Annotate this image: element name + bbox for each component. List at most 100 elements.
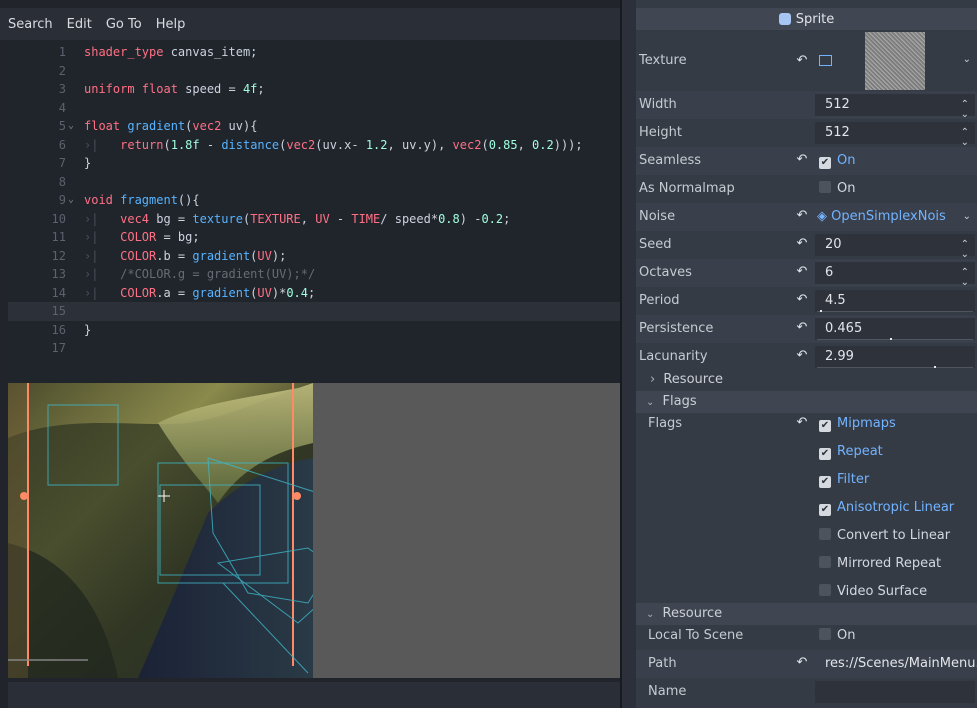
- revert-icon[interactable]: ↶: [795, 320, 809, 335]
- code-token: 0.8: [438, 211, 460, 226]
- code-token: uniform: [84, 82, 142, 96]
- prop-width-field[interactable]: 512 ⌃ ⌄: [815, 94, 975, 120]
- flag-video-surface-checkbox[interactable]: Video Surface: [819, 578, 927, 606]
- code-line[interactable]: 10 ›| vec4 bg = texture(TEXTURE, UV - TIM…: [8, 210, 620, 229]
- flag-repeat-checkbox[interactable]: ✔ Repeat: [819, 438, 883, 466]
- menu-search[interactable]: Search: [0, 17, 60, 32]
- revert-icon[interactable]: ↶: [795, 53, 809, 68]
- path-field[interactable]: res://Scenes/MainMenu.: [815, 650, 977, 678]
- code-line[interactable]: 1 shader_type canvas_item;: [8, 43, 620, 62]
- revert-icon[interactable]: ↶: [795, 415, 809, 430]
- fold-arrow-icon[interactable]: ⌄: [68, 117, 78, 136]
- code-token: -: [329, 211, 352, 226]
- code-token: ›|: [84, 267, 121, 281]
- spinner-arrows-icon[interactable]: ⌃ ⌄: [961, 240, 969, 260]
- prop-height-field[interactable]: 512 ⌃ ⌄: [815, 122, 975, 148]
- code-line[interactable]: 16}: [8, 321, 620, 340]
- prop-label: Period: [639, 293, 680, 308]
- slider-track[interactable]: [817, 311, 973, 312]
- chevron-down-icon[interactable]: ⌄: [963, 211, 971, 222]
- spinner-arrows-icon[interactable]: ⌃ ⌄: [961, 268, 969, 288]
- code-line[interactable]: 11 ›| COLOR = bg;: [8, 228, 620, 247]
- menu-help[interactable]: Help: [149, 17, 193, 32]
- prop-path: Path ↶ res://Scenes/MainMenu.: [636, 650, 977, 678]
- slider-grabber[interactable]: [934, 366, 936, 368]
- flag-mirrored-repeat-checkbox[interactable]: Mirrored Repeat: [819, 550, 941, 578]
- code-line[interactable]: 5 ⌄ float gradient(vec2 uv){: [8, 117, 620, 136]
- checkbox-icon: ✔: [819, 476, 831, 488]
- slider-track[interactable]: [817, 367, 973, 368]
- prop-label: Seed: [639, 237, 672, 252]
- local-to-scene-checkbox[interactable]: On: [819, 622, 855, 650]
- inspector-panel: Sprite Texture ↶ ⌄ Width 512 ⌃ ⌄ Height 512 ⌃ ⌄…: [636, 0, 977, 708]
- prop-as-normalmap-checkbox[interactable]: On: [819, 175, 855, 203]
- code-line[interactable]: 14 ›| COLOR.a = gradient(UV)*0.4;: [8, 284, 620, 303]
- field-value: 2.99: [825, 349, 854, 364]
- slider-grabber[interactable]: [889, 338, 892, 340]
- code-token: }: [84, 156, 92, 170]
- code-line[interactable]: 8: [8, 173, 620, 192]
- canvas-viewport[interactable]: [8, 383, 620, 678]
- code-line[interactable]: 9 ⌄ void fragment(){: [8, 191, 620, 210]
- prop-seed-field[interactable]: 20 ⌃ ⌄: [815, 234, 975, 260]
- prop-period-field[interactable]: 4.5: [815, 290, 975, 312]
- prop-period: Period ↶ 4.5: [636, 287, 977, 315]
- code-line[interactable]: 12 ›| COLOR.b = gradient(UV);: [8, 247, 620, 266]
- flag-convert-to-linear-checkbox[interactable]: Convert to Linear: [819, 522, 950, 550]
- revert-icon[interactable]: ↶: [795, 208, 809, 223]
- prop-lacunarity-field[interactable]: 2.99: [815, 346, 975, 368]
- code-token: ›|: [84, 248, 121, 263]
- guide-handle-left[interactable]: [20, 492, 28, 500]
- flag-anisotropic-linear-checkbox[interactable]: ✔ Anisotropic Linear: [819, 494, 954, 522]
- code-line[interactable]: 15: [8, 302, 620, 321]
- code-token: .b =: [156, 248, 193, 263]
- code-line[interactable]: 6 ›| return(1.8f - distance(vec2(uv.x- 1.…: [8, 136, 620, 155]
- code-token: distance: [221, 137, 280, 152]
- dock-splitter[interactable]: [620, 0, 622, 708]
- checkbox-label: Filter: [837, 472, 870, 487]
- code-line[interactable]: 13 ›| /*COLOR.g = gradient(UV);*/: [8, 265, 620, 284]
- prop-octaves-field[interactable]: 6 ⌃ ⌄: [815, 262, 975, 288]
- code-line[interactable]: 17: [8, 339, 620, 358]
- prop-seamless-checkbox[interactable]: ✔ On: [819, 147, 855, 175]
- code-line[interactable]: 2: [8, 62, 620, 81]
- sprite-icon: [778, 13, 791, 25]
- spinner-arrows-icon[interactable]: ⌃ ⌄: [961, 128, 969, 148]
- code-token: vec2: [452, 137, 482, 152]
- name-field[interactable]: [815, 681, 975, 703]
- viewport-hscrollbar[interactable]: [8, 659, 88, 661]
- flag-mipmaps-checkbox[interactable]: ✔ Mipmaps: [819, 410, 896, 438]
- menu-edit[interactable]: Edit: [60, 17, 99, 32]
- noise-resource-field[interactable]: ◈ OpenSimplexNois: [817, 203, 946, 231]
- revert-icon[interactable]: ↶: [795, 348, 809, 363]
- viewport-canvas: [8, 383, 620, 678]
- code-line[interactable]: 3 uniform float speed = 4f;: [8, 80, 620, 99]
- code-token: gradient: [192, 248, 251, 263]
- revert-icon[interactable]: ↶: [795, 236, 809, 251]
- revert-icon[interactable]: ↶: [795, 655, 809, 670]
- texture-preview[interactable]: [865, 32, 925, 90]
- revert-icon[interactable]: ↶: [795, 292, 809, 307]
- spinner-arrows-icon[interactable]: ⌃ ⌄: [961, 100, 969, 120]
- texture-type-icon: [819, 55, 832, 66]
- guide-handle-right[interactable]: [293, 492, 301, 500]
- menu-goto[interactable]: Go To: [99, 17, 149, 32]
- checkbox-label: Mipmaps: [837, 416, 896, 431]
- prop-persistence-field[interactable]: 0.465: [815, 318, 975, 340]
- code-line[interactable]: 7}: [8, 154, 620, 173]
- section-resource-collapsed[interactable]: › Resource: [636, 369, 977, 391]
- revert-icon[interactable]: ↶: [795, 264, 809, 279]
- revert-icon[interactable]: ↶: [795, 152, 809, 167]
- code-token: 4f: [242, 82, 258, 96]
- prop-label: Name: [648, 684, 687, 699]
- chevron-down-icon[interactable]: ⌄: [963, 54, 971, 65]
- slider-grabber[interactable]: [820, 310, 823, 312]
- slider-track[interactable]: [817, 339, 973, 340]
- fold-arrow-icon[interactable]: ⌄: [68, 191, 78, 210]
- prop-label: Texture: [639, 53, 687, 68]
- flag-filter-checkbox[interactable]: ✔ Filter: [819, 466, 869, 494]
- code-editor[interactable]: 1 shader_type canvas_item; 2 3 uniform float…: [8, 40, 620, 385]
- code-line[interactable]: 4: [8, 99, 620, 118]
- line-number: 3: [58, 82, 66, 96]
- field-value: 512: [825, 97, 850, 112]
